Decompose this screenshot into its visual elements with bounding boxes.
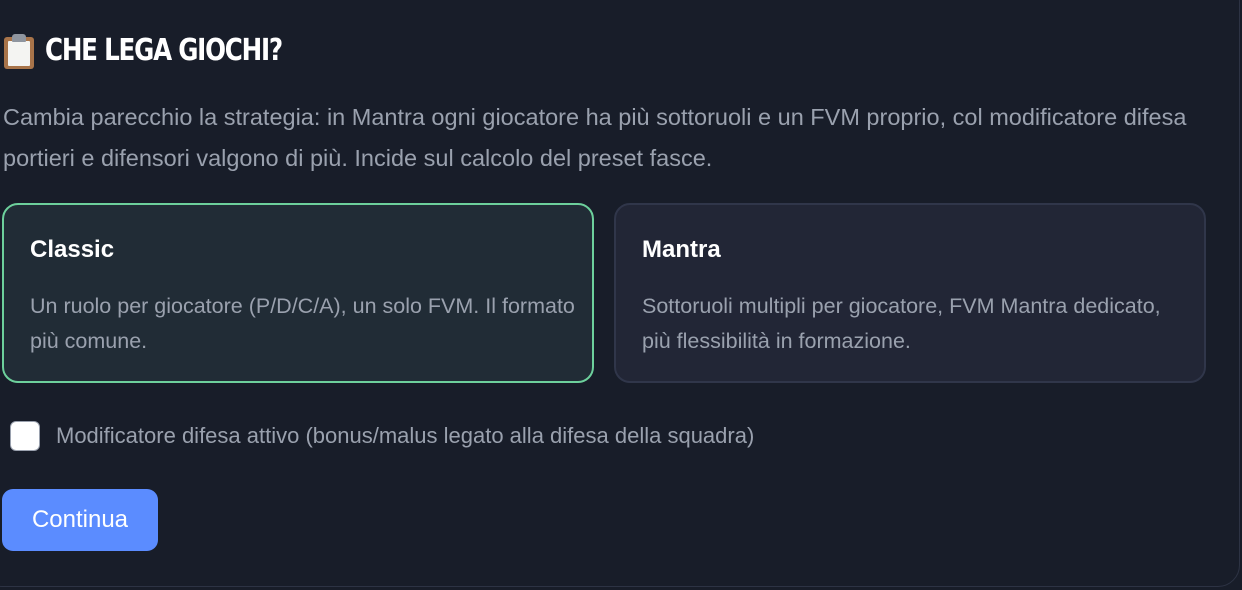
- option-description-classic: Un ruolo per giocatore (P/D/C/A), un sol…: [30, 294, 575, 353]
- defense-modifier-label: Modificatore difesa attivo (bonus/malus …: [56, 423, 755, 448]
- section-title: CHE LEGA GIOCHI?: [45, 33, 283, 68]
- clipboard-icon: [3, 33, 35, 69]
- option-title-mantra: Mantra: [642, 236, 721, 263]
- option-card-mantra[interactable]: Mantra Sottoruoli multipli per giocatore…: [614, 203, 1206, 383]
- option-title-classic: Classic: [30, 236, 115, 263]
- defense-modifier-checkbox[interactable]: [10, 421, 40, 451]
- defense-modifier-toggle[interactable]: Modificatore difesa attivo (bonus/malus …: [10, 418, 754, 454]
- option-card-classic[interactable]: Classic Un ruolo per giocatore (P/D/C/A)…: [2, 203, 594, 383]
- option-description-mantra: Sottoruoli multipli per giocatore, FVM M…: [642, 294, 1161, 353]
- section-description: Cambia parecchio la strategia: in Mantra…: [3, 104, 1187, 171]
- continue-button[interactable]: Continua: [2, 489, 158, 551]
- section-header: CHE LEGA GIOCHI?: [3, 31, 334, 71]
